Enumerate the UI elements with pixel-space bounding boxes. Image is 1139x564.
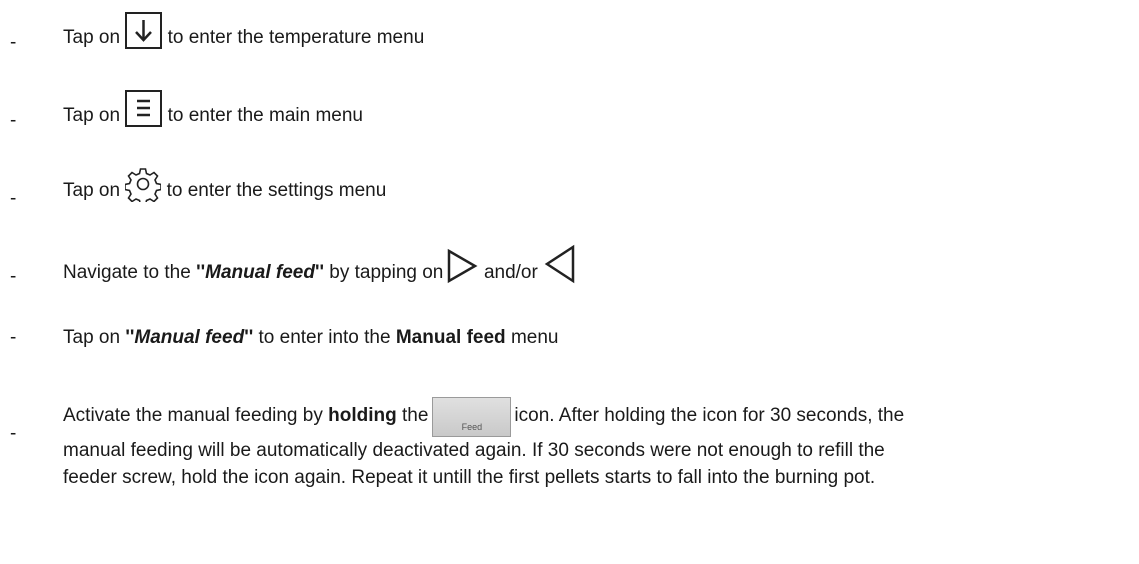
quote-open: ''	[196, 262, 206, 283]
triangle-left-icon	[543, 244, 577, 284]
manual-feed-term: Manual feed	[134, 327, 245, 348]
bullet-dash: -	[10, 327, 17, 348]
holding-emphasis: holding	[328, 405, 397, 426]
manual-feed-term: Manual feed	[205, 262, 315, 283]
step-1-text: Tap on to enter the temperature menu	[63, 12, 424, 49]
step-5-suffix: menu	[510, 327, 559, 348]
quote-close: ''	[244, 327, 254, 348]
step-6-paragraph: Activate the manual feeding by holding t…	[63, 395, 1123, 491]
step-6-line-2: manual feeding will be automatically dea…	[63, 440, 885, 461]
step-2-suffix: to enter the main menu	[167, 105, 363, 126]
step-2-prefix: Tap on	[63, 105, 121, 126]
step-1-suffix: to enter the temperature menu	[167, 27, 425, 48]
triangle-right-icon	[445, 248, 479, 284]
step-3-suffix: to enter the settings menu	[166, 180, 387, 201]
step-3-prefix: Tap on	[63, 180, 121, 201]
step-6-line-3: feeder screw, hold the icon again. Repea…	[63, 467, 876, 488]
step-4-andor: and/or	[483, 262, 538, 283]
bullet-dash: -	[10, 188, 17, 209]
step-4-middle: by tapping on	[329, 262, 444, 283]
step-6-the: the	[402, 405, 429, 426]
step-5-prefix: Tap on	[63, 327, 121, 348]
gear-icon	[124, 166, 163, 206]
step-6-after-icon: icon. After holding the icon for 30 seco…	[514, 405, 905, 426]
step-5-middle: to enter into the	[258, 327, 391, 348]
step-2-text: Tap on to enter the main menu	[63, 90, 363, 127]
step-6-prefix: Activate the manual feeding by	[63, 405, 323, 426]
bullet-dash: -	[10, 423, 17, 444]
bullet-dash: -	[10, 110, 17, 131]
quote-close: ''	[314, 262, 324, 283]
step-3-text: Tap on to enter the settings menu	[63, 166, 387, 206]
step-1-prefix: Tap on	[63, 27, 121, 48]
arrow-down-icon	[125, 12, 163, 49]
bullet-dash: -	[10, 266, 17, 287]
feed-button[interactable]: Feed	[432, 397, 512, 437]
step-5-text: Tap on ''Manual feed'' to enter into the…	[63, 327, 558, 349]
bullet-dash: -	[10, 32, 17, 53]
step-4-prefix: Navigate to the	[63, 262, 191, 283]
manual-feed-menu-name: Manual feed	[395, 327, 506, 348]
menu-icon	[125, 90, 163, 127]
step-4-text: Navigate to the ''Manual feed'' by tappi…	[63, 244, 577, 284]
